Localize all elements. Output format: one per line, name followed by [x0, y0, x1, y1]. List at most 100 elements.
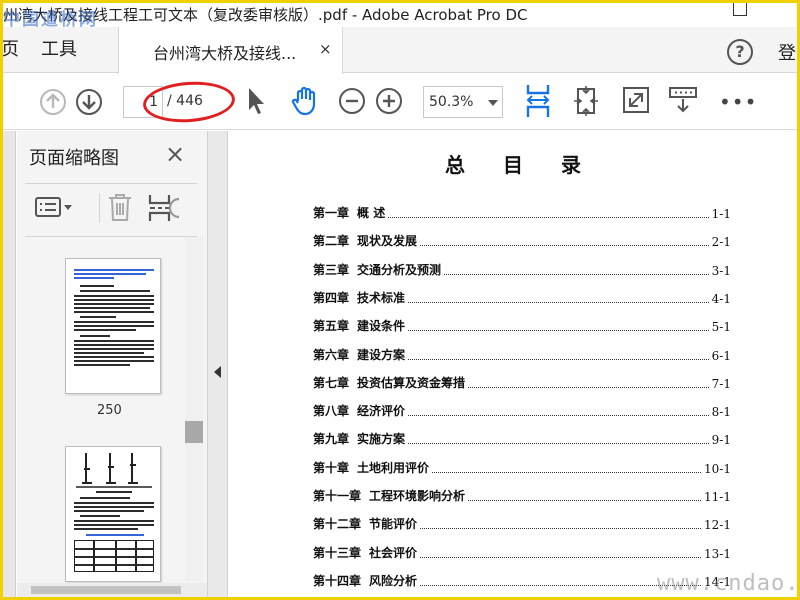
toc-title: 土地利用评价	[357, 460, 430, 475]
more-options-icon[interactable]: •••	[719, 90, 757, 114]
toolbar: / 446 50.3%	[3, 74, 797, 130]
toc-title: 现状及发展	[357, 234, 418, 249]
scroll-mode-button[interactable]	[523, 83, 553, 123]
toc-title: 节能评价	[369, 517, 418, 532]
tab-home[interactable]: 页	[3, 27, 19, 73]
fit-page-button[interactable]	[571, 85, 601, 121]
panel-divider	[25, 183, 197, 184]
toc-title: 交通分析及预测	[357, 262, 442, 277]
toc-page-number: 12-1	[704, 518, 731, 533]
toc-chapter: 第五章	[313, 319, 350, 334]
read-mode-button[interactable]	[667, 85, 699, 119]
panel-divider	[25, 236, 197, 237]
previous-page-button[interactable]	[40, 89, 66, 115]
list-options-icon	[35, 197, 72, 217]
toc-page-number: 10-1	[704, 461, 731, 476]
toc-title: 技术标准	[357, 290, 406, 305]
toc-row[interactable]: 第一章概 述 1-1	[313, 203, 731, 221]
toc-page-number: 2-1	[711, 235, 731, 250]
toc-page-number: 7-1	[711, 376, 731, 391]
chevron-down-icon	[488, 100, 498, 106]
help-icon[interactable]: ?	[727, 39, 753, 65]
toc-title: 社会评价	[369, 545, 418, 560]
toc-row[interactable]: 第三章 交通分析及预测 3-1	[313, 260, 731, 278]
full-screen-button[interactable]	[621, 85, 651, 119]
toc-page-number: 9-1	[711, 433, 731, 448]
tab-tools[interactable]: 工具	[41, 27, 77, 73]
fit-page-icon	[574, 86, 598, 116]
toc-chapter: 第四章	[313, 290, 350, 305]
toc-title: 概 述	[357, 206, 386, 220]
page-thumbnail[interactable]	[65, 258, 161, 394]
panel-vertical-separator	[99, 193, 100, 223]
sign-in-button[interactable]: 登	[778, 39, 796, 65]
title-bar: 州湾大桥及接线工程工可文本（复改委审核版）.pdf - Adobe Acroba…	[3, 3, 797, 30]
toc-row[interactable]: 第十二章 节能评价 12-1	[313, 514, 731, 532]
toc-title: 建设方案	[357, 347, 406, 362]
toc-chapter: 第十四章	[313, 573, 362, 588]
toc-page-number: 4-1	[711, 291, 731, 306]
zoom-in-button[interactable]	[376, 88, 402, 114]
zoom-level-select[interactable]: 50.3%	[423, 86, 503, 118]
extract-pages-button[interactable]	[147, 193, 181, 227]
next-page-button[interactable]	[76, 89, 102, 115]
zoom-out-button[interactable]	[339, 88, 365, 114]
thumbnail-horizontal-scrollbar-thumb[interactable]	[31, 586, 181, 594]
thumbnail-options-button[interactable]	[35, 196, 75, 224]
toc-page-number: 1-1	[711, 207, 731, 221]
thumbnail-scrollbar[interactable]	[185, 237, 203, 582]
toc-row[interactable]: 第四章 技术标准 4-1	[313, 288, 731, 306]
toc-row[interactable]: 第八章 经济评价 8-1	[313, 401, 731, 419]
toc-row[interactable]: 第十三章 社会评价 13-1	[313, 543, 731, 561]
toc-chapter: 第七章	[313, 375, 350, 390]
toc-chapter: 第九章	[313, 432, 350, 447]
select-tool-button[interactable]	[245, 86, 267, 120]
thumbnail-scrollbar-thumb[interactable]	[185, 421, 203, 443]
toc-page-number: 5-1	[711, 320, 731, 335]
toc-leader-dots	[444, 273, 709, 275]
fullscreen-icon	[623, 87, 649, 113]
toc-page-number: 13-1	[704, 546, 731, 561]
toc-row[interactable]: 第六章 建设方案 6-1	[313, 345, 731, 363]
toc-leader-dots	[420, 556, 702, 558]
document-view[interactable]: 总目录 第一章概 述 1-1 第二章 现状及发展 2-1 第三章 交通分析及预测 3-1 第四章…	[229, 131, 797, 597]
toc-row[interactable]: 第九章 实施方案 9-1	[313, 429, 731, 447]
toc-title: 建设条件	[357, 319, 406, 334]
thumbnail-page-label: 250	[97, 403, 122, 418]
document-title: 总目录	[445, 153, 619, 177]
panel-collapse-handle[interactable]	[207, 131, 228, 597]
page-thumbnails-panel: 页面缩略图 × 250	[17, 131, 207, 597]
toc-row[interactable]: 第十章 土地利用评价 10-1	[313, 458, 731, 476]
toc-row[interactable]: 第二章 现状及发展 2-1	[313, 231, 731, 249]
tab-close-icon[interactable]: ×	[319, 40, 332, 58]
toc-title: 经济评价	[357, 404, 406, 419]
chevron-left-icon	[214, 366, 221, 378]
tab-document-label: 台州湾大桥及接线...	[153, 44, 297, 63]
hand-icon	[291, 86, 316, 116]
toc-row[interactable]: 第七章 投资估算及资金筹措 7-1	[313, 373, 731, 391]
minus-icon	[346, 99, 358, 103]
arrow-up-icon	[46, 93, 60, 108]
toc-chapter: 第十二章	[313, 517, 362, 532]
toc-leader-dots	[388, 217, 709, 218]
maximize-button[interactable]	[733, 3, 747, 16]
plus-icon	[383, 95, 395, 107]
cursor-arrow-icon	[249, 88, 264, 114]
delete-pages-button[interactable]	[107, 192, 133, 226]
toc-page-number: 3-1	[711, 263, 731, 278]
toc-chapter: 第三章	[313, 262, 350, 277]
site-watermark: www.cndao.com	[657, 571, 797, 596]
tab-bar: 页 工具 台州湾大桥及接线... × ? 登	[3, 27, 797, 74]
toc-page-number: 11-1	[704, 490, 731, 504]
close-panel-icon[interactable]: ×	[165, 140, 185, 168]
page-thumbnail[interactable]	[65, 446, 161, 582]
toc-row[interactable]: 第五章 建设条件 5-1	[313, 316, 731, 334]
toc-title: 工程环境影响分析	[369, 489, 466, 503]
arrow-down-icon	[82, 95, 96, 110]
hand-tool-button[interactable]	[289, 85, 321, 121]
toc-chapter: 第十章	[313, 460, 350, 475]
toc-row[interactable]: 第十一章 工程环境影响分析 11-1	[313, 486, 731, 504]
tab-document[interactable]: 台州湾大桥及接线... ×	[118, 27, 343, 74]
toc-chapter: 第一章	[313, 206, 350, 220]
toc-leader-dots	[408, 301, 709, 303]
